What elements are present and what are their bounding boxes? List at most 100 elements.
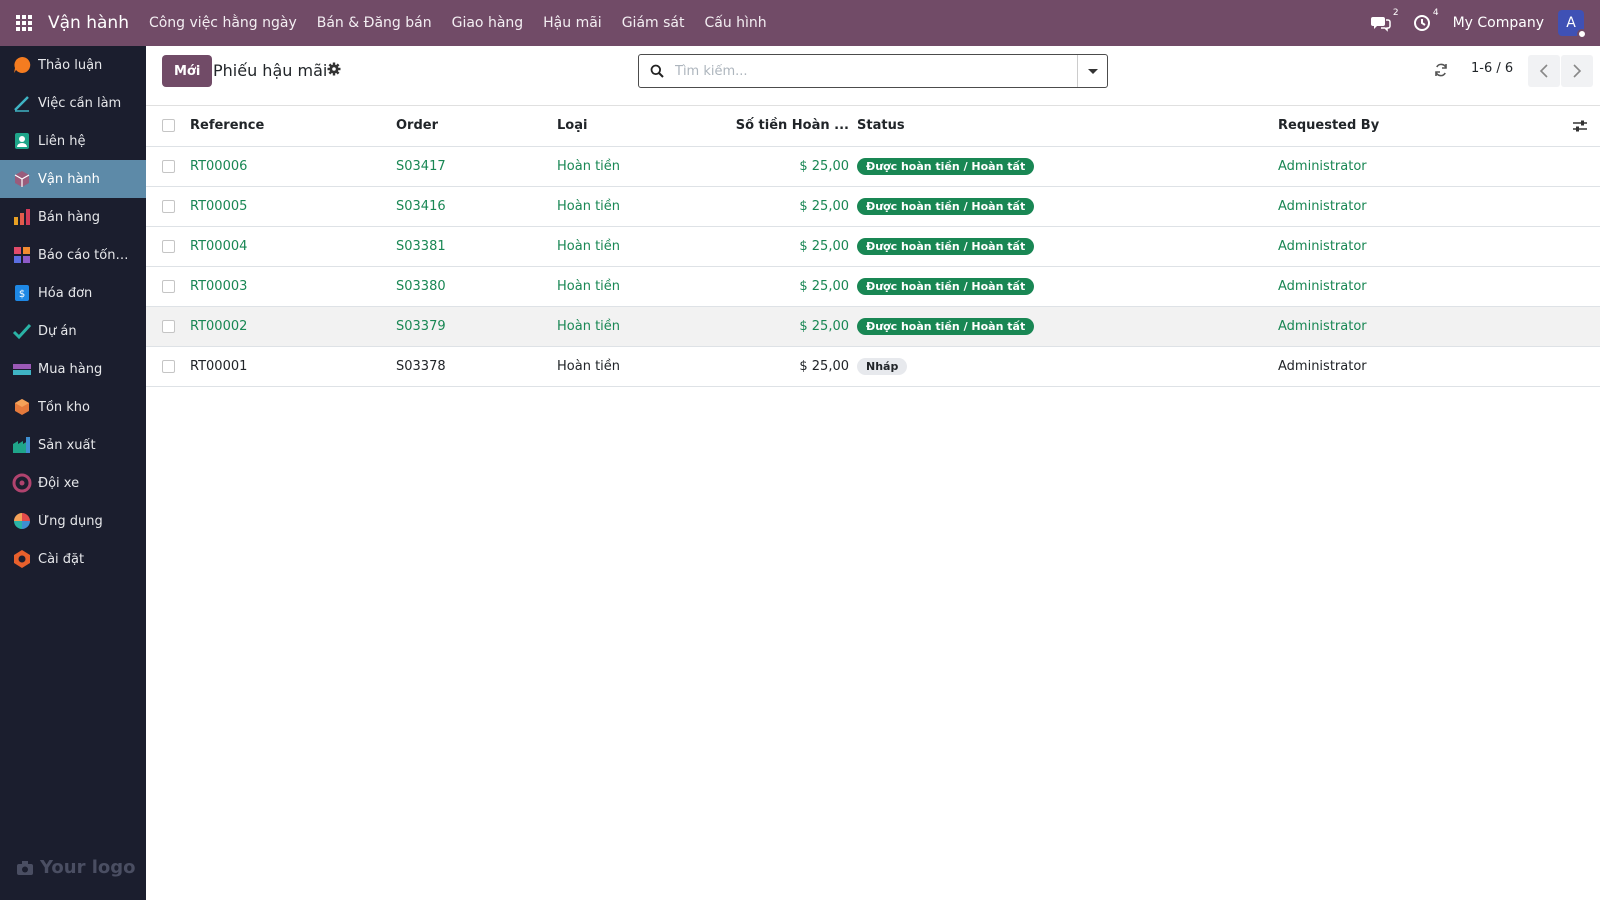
cell-order[interactable]: S03416 xyxy=(392,186,553,227)
column-header-requested-by[interactable]: Requested By xyxy=(1274,106,1550,147)
row-checkbox[interactable] xyxy=(162,239,175,253)
user-avatar[interactable]: A xyxy=(1558,10,1587,39)
menu-sales-listing[interactable]: Bán & Đăng bán xyxy=(317,15,432,31)
cell-type[interactable]: Hoàn tiền xyxy=(553,266,673,307)
list-view: Reference Order Loại Số tiền Hoàn ... St… xyxy=(146,106,1600,387)
row-checkbox[interactable] xyxy=(162,359,175,373)
cell-order[interactable]: S03380 xyxy=(392,266,553,307)
cell-requested-by[interactable]: Administrator xyxy=(1274,306,1550,347)
menu-monitoring[interactable]: Giám sát xyxy=(622,15,685,31)
table-row[interactable]: RT00005 S03416 Hoàn tiền $ 25,00 Được ho… xyxy=(146,186,1600,227)
cell-order[interactable]: S03379 xyxy=(392,306,553,347)
table-header-row: Reference Order Loại Số tiền Hoàn ... St… xyxy=(146,106,1600,147)
menu-daily-tasks[interactable]: Công việc hằng ngày xyxy=(149,15,297,31)
sidebar-item-manufacturing[interactable]: Sản xuất xyxy=(0,426,146,464)
table-row[interactable]: RT00002 S03379 Hoàn tiền $ 25,00 Được ho… xyxy=(146,306,1600,347)
search-options-toggle[interactable] xyxy=(1077,55,1107,87)
sidebar-item-label: Sản xuất xyxy=(38,437,96,453)
cell-requested-by[interactable]: Administrator xyxy=(1274,186,1550,227)
cell-requested-by[interactable]: Administrator xyxy=(1274,266,1550,307)
cell-amount[interactable]: $ 25,00 xyxy=(673,226,853,267)
sidebar-item-purchase[interactable]: Mua hàng xyxy=(0,350,146,388)
discuss-icon xyxy=(14,56,31,73)
menu-after-sales[interactable]: Hậu mãi xyxy=(543,15,602,31)
cell-reference[interactable]: RT00005 xyxy=(186,186,392,227)
optional-columns-icon[interactable] xyxy=(1572,119,1588,133)
cell-amount[interactable]: $ 25,00 xyxy=(673,266,853,307)
cell-amount[interactable]: $ 25,00 xyxy=(673,306,853,347)
column-header-order[interactable]: Order xyxy=(392,106,553,147)
row-checkbox[interactable] xyxy=(162,199,175,213)
menu-configuration[interactable]: Cấu hình xyxy=(704,15,766,31)
cell-requested-by[interactable]: Administrator xyxy=(1274,146,1550,187)
cell-type[interactable]: Hoàn tiền xyxy=(553,186,673,227)
search-input[interactable] xyxy=(675,55,1077,87)
row-checkbox[interactable] xyxy=(162,159,175,173)
caret-down-icon xyxy=(1087,68,1098,74)
sidebar-item-operations[interactable]: Vận hành xyxy=(0,160,146,198)
table-row[interactable]: RT00006 S03417 Hoàn tiền $ 25,00 Được ho… xyxy=(146,146,1600,187)
refresh-icon[interactable] xyxy=(1434,63,1448,77)
column-header-status[interactable]: Status xyxy=(853,106,1274,147)
sidebar-item-fleet[interactable]: Đội xe xyxy=(0,464,146,502)
app-name[interactable]: Vận hành xyxy=(48,13,129,33)
cell-order[interactable]: S03378 xyxy=(392,346,553,387)
row-checkbox[interactable] xyxy=(162,319,175,333)
sidebar-item-sales[interactable]: Bán hàng xyxy=(0,198,146,236)
new-button[interactable]: Mới xyxy=(162,55,213,87)
gear-icon[interactable] xyxy=(327,62,341,76)
cell-requested-by[interactable]: Administrator xyxy=(1274,346,1550,387)
column-header-refund-amount[interactable]: Số tiền Hoàn ... xyxy=(673,106,853,147)
cell-requested-by[interactable]: Administrator xyxy=(1274,226,1550,267)
sidebar-item-discuss[interactable]: Thảo luận xyxy=(0,46,146,84)
sidebar-item-label: Vận hành xyxy=(38,171,100,187)
cell-reference[interactable]: RT00004 xyxy=(186,226,392,267)
table-row[interactable]: RT00004 S03381 Hoàn tiền $ 25,00 Được ho… xyxy=(146,226,1600,267)
cell-reference[interactable]: RT00006 xyxy=(186,146,392,187)
activities-button[interactable]: 4 xyxy=(1413,8,1439,32)
cell-type[interactable]: Hoàn tiền xyxy=(553,346,673,387)
sidebar-item-settings[interactable]: Cài đặt xyxy=(0,540,146,578)
table-row[interactable]: RT00003 S03380 Hoàn tiền $ 25,00 Được ho… xyxy=(146,266,1600,307)
pager-value[interactable]: 1-6 / 6 xyxy=(1471,61,1513,76)
apps-icon xyxy=(14,513,30,529)
column-header-type[interactable]: Loại xyxy=(553,106,673,147)
menu-delivery[interactable]: Giao hàng xyxy=(452,15,524,31)
purchase-icon xyxy=(13,364,31,375)
sidebar-item-label: Hóa đơn xyxy=(38,285,93,301)
cell-reference[interactable]: RT00003 xyxy=(186,266,392,307)
fleet-icon xyxy=(12,473,32,493)
sidebar-item-label: Bán hàng xyxy=(38,209,100,225)
company-switcher[interactable]: My Company xyxy=(1453,15,1544,31)
row-checkbox[interactable] xyxy=(162,279,175,293)
cell-order[interactable]: S03417 xyxy=(392,146,553,187)
app-menu-icon[interactable] xyxy=(0,0,48,46)
cell-amount[interactable]: $ 25,00 xyxy=(673,346,853,387)
sidebar-item-apps[interactable]: Ứng dụng xyxy=(0,502,146,540)
status-badge: Được hoàn tiền / Hoàn tất xyxy=(857,237,1035,255)
messages-button[interactable]: 2 xyxy=(1370,8,1399,32)
cell-reference[interactable]: RT00002 xyxy=(186,306,392,347)
select-all-checkbox[interactable] xyxy=(162,119,175,133)
column-header-reference[interactable]: Reference xyxy=(186,106,392,147)
cell-type[interactable]: Hoàn tiền xyxy=(553,226,673,267)
chat-icon xyxy=(1370,17,1391,32)
cell-order[interactable]: S03381 xyxy=(392,226,553,267)
sidebar-item-contacts[interactable]: Liên hệ xyxy=(0,122,146,160)
cell-reference[interactable]: RT00001 xyxy=(186,346,392,387)
sidebar-item-todo[interactable]: Việc cần làm xyxy=(0,84,146,122)
sidebar-item-invoicing[interactable]: $ Hóa đơn xyxy=(0,274,146,312)
sidebar-item-label: Cài đặt xyxy=(38,551,85,567)
table-row[interactable]: RT00001 S03378 Hoàn tiền $ 25,00 Nháp Ad… xyxy=(146,346,1600,387)
cell-amount[interactable]: $ 25,00 xyxy=(673,186,853,227)
pager-next-button[interactable] xyxy=(1561,55,1593,87)
sidebar-item-project[interactable]: Dự án xyxy=(0,312,146,350)
avatar-letter: A xyxy=(1566,15,1576,31)
pager-previous-button[interactable] xyxy=(1528,55,1560,87)
cell-type[interactable]: Hoàn tiền xyxy=(553,146,673,187)
cell-type[interactable]: Hoàn tiền xyxy=(553,306,673,347)
cell-amount[interactable]: $ 25,00 xyxy=(673,146,853,187)
sidebar-item-dashboard[interactable]: Báo cáo tổng ... xyxy=(0,236,146,274)
sidebar-item-inventory[interactable]: Tồn kho xyxy=(0,388,146,426)
messages-count: 2 xyxy=(1392,8,1399,18)
